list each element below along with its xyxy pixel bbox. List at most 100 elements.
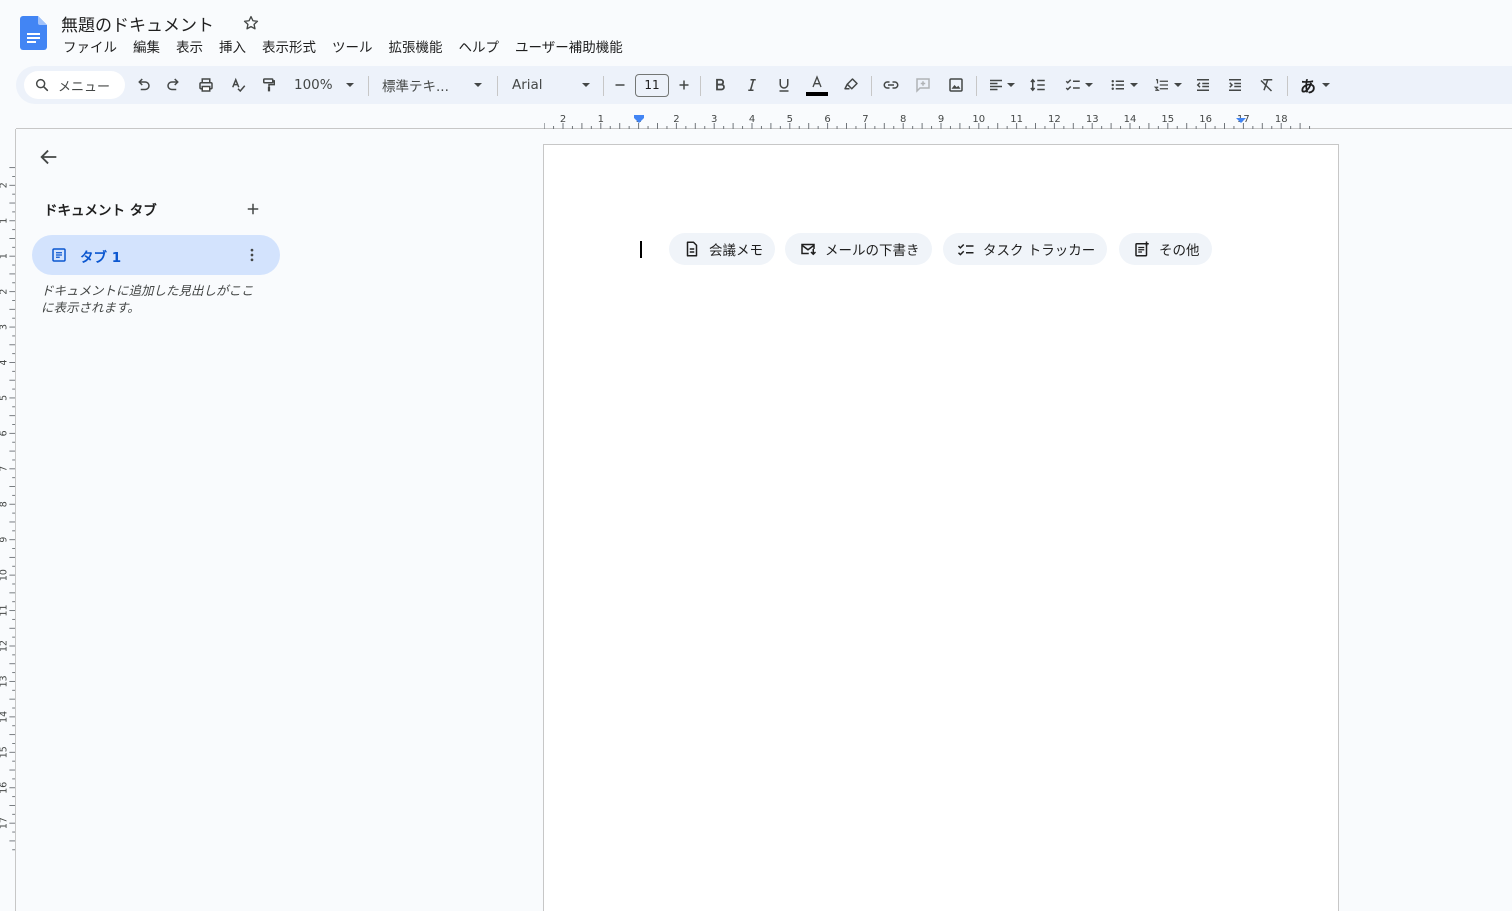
align-left-icon [990, 79, 1002, 91]
text-color-icon [812, 74, 822, 87]
toolbar-divider [1287, 76, 1288, 96]
decrease-indent-icon [1196, 79, 1209, 91]
vertical-ruler[interactable]: 211234567891011121314151617 [0, 129, 16, 911]
menu-view[interactable]: 表示 [168, 39, 211, 57]
line-spacing-button[interactable] [1027, 72, 1049, 98]
text-color-button[interactable] [805, 72, 829, 98]
sidebar-item-tab-1[interactable]: タブ 1 [32, 235, 280, 275]
decrease-font-size-button[interactable] [610, 72, 630, 98]
zoom-select[interactable]: 100% [290, 72, 358, 98]
chevron-down-icon [1129, 83, 1138, 87]
menu-bar: ファイル 編集 表示 挿入 表示形式 ツール 拡張機能 ヘルプ ユーザー補助機能 [55, 39, 631, 57]
menu-extensions[interactable]: 拡張機能 [381, 39, 451, 57]
chip-task-tracker[interactable]: タスク トラッカー [943, 233, 1108, 265]
paint-format-button[interactable] [258, 72, 280, 98]
insert-image-button[interactable] [945, 72, 967, 98]
link-icon [883, 81, 899, 89]
numbered-list-button[interactable] [1148, 72, 1186, 98]
image-icon [949, 78, 963, 92]
document-tabs-heading: ドキュメント タブ [44, 203, 157, 219]
toolbar-divider [368, 76, 369, 96]
chip-label: メールの下書き [825, 243, 920, 259]
undo-icon [138, 78, 150, 91]
menu-help[interactable]: ヘルプ [451, 39, 508, 57]
highlight-color-button[interactable] [840, 72, 862, 98]
checklist-button[interactable] [1059, 72, 1097, 98]
paragraph-style-value: 標準テキ... [382, 79, 449, 95]
ruler-label: 2 [0, 182, 10, 188]
paint-format-icon [263, 78, 275, 92]
star-icon[interactable] [242, 14, 260, 32]
increase-indent-icon [1229, 79, 1241, 91]
menu-format[interactable]: 表示形式 [254, 39, 324, 57]
menu-tools[interactable]: ツール [324, 39, 381, 57]
chevron-down-icon [346, 83, 354, 87]
paragraph-style-select[interactable]: 標準テキ... [378, 72, 486, 98]
chevron-down-icon [1173, 83, 1182, 87]
increase-indent-button[interactable] [1224, 72, 1246, 98]
input-tools-button[interactable]: あ [1295, 72, 1335, 98]
menu-search[interactable]: メニュー [24, 71, 125, 99]
add-comment-button[interactable] [912, 72, 934, 98]
clear-formatting-button[interactable] [1256, 72, 1278, 98]
chevron-down-icon [474, 83, 482, 87]
document-icon [686, 241, 698, 257]
menu-insert[interactable]: 挿入 [211, 39, 254, 57]
insert-link-button[interactable] [880, 72, 902, 98]
print-icon [199, 78, 213, 92]
print-button[interactable] [195, 72, 217, 98]
document-title[interactable]: 無題のドキュメント [61, 11, 214, 36]
menu-accessibility[interactable]: ユーザー補助機能 [507, 39, 631, 57]
ruler-label: 7 [0, 466, 10, 472]
ruler-label: 5 [0, 395, 10, 401]
menu-search-label: メニュー [58, 79, 111, 95]
ruler-label: 13 [0, 675, 10, 687]
menu-file[interactable]: ファイル [55, 39, 125, 57]
outline-hint: ドキュメントに追加した見出しがここに表示されます。 [41, 283, 254, 315]
chevron-down-icon [1322, 83, 1330, 87]
ruler-label: 12 [0, 640, 10, 652]
toolbar-divider [700, 76, 701, 96]
align-button[interactable] [984, 72, 1018, 98]
chevron-down-icon [1084, 83, 1093, 87]
add-tab-icon[interactable] [244, 200, 262, 218]
chip-email-draft[interactable]: メールの下書き [785, 233, 932, 265]
underline-button[interactable] [773, 72, 795, 98]
chip-label: 会議メモ [709, 243, 763, 259]
bold-button[interactable] [709, 72, 731, 98]
document-page[interactable] [543, 144, 1339, 911]
redo-button[interactable] [163, 72, 185, 98]
font-select[interactable]: Arial [508, 72, 594, 98]
back-arrow-icon[interactable] [38, 146, 60, 168]
line-spacing-icon [1030, 78, 1045, 92]
spellcheck-button[interactable] [227, 72, 249, 98]
toolbar-divider [497, 76, 498, 96]
chevron-down-icon [582, 83, 590, 87]
add-comment-icon [916, 78, 930, 93]
ruler-label: 10 [0, 569, 10, 581]
menu-edit[interactable]: 編集 [125, 39, 168, 57]
input-mode-label: あ [1299, 77, 1316, 96]
bold-icon [716, 78, 725, 91]
more-vert-icon[interactable] [243, 246, 261, 264]
ruler-label: 15 [0, 746, 10, 758]
bulleted-list-icon [1111, 80, 1124, 90]
text-cursor [640, 241, 642, 258]
chip-meeting-notes[interactable]: 会議メモ [669, 233, 775, 265]
font-size-input[interactable]: 11 [635, 74, 669, 97]
ruler-label: 1 [0, 218, 10, 224]
ruler-label: 2 [0, 289, 10, 295]
numbered-list-icon [1153, 79, 1168, 91]
horizontal-ruler[interactable]: 21123456789101112131415161718 [544, 108, 1339, 129]
increase-font-size-button[interactable] [674, 72, 694, 98]
undo-button[interactable] [132, 72, 154, 98]
italic-button[interactable] [741, 72, 763, 98]
ruler-label: 17 [0, 817, 10, 829]
ruler-label: 14 [0, 711, 10, 723]
decrease-indent-button[interactable] [1192, 72, 1214, 98]
bulleted-list-button[interactable] [1104, 72, 1142, 98]
tab-label: タブ 1 [80, 250, 122, 266]
zoom-value: 100% [294, 77, 333, 93]
chip-more-templates[interactable]: その他 [1119, 233, 1212, 265]
docs-logo-icon[interactable] [20, 16, 47, 50]
